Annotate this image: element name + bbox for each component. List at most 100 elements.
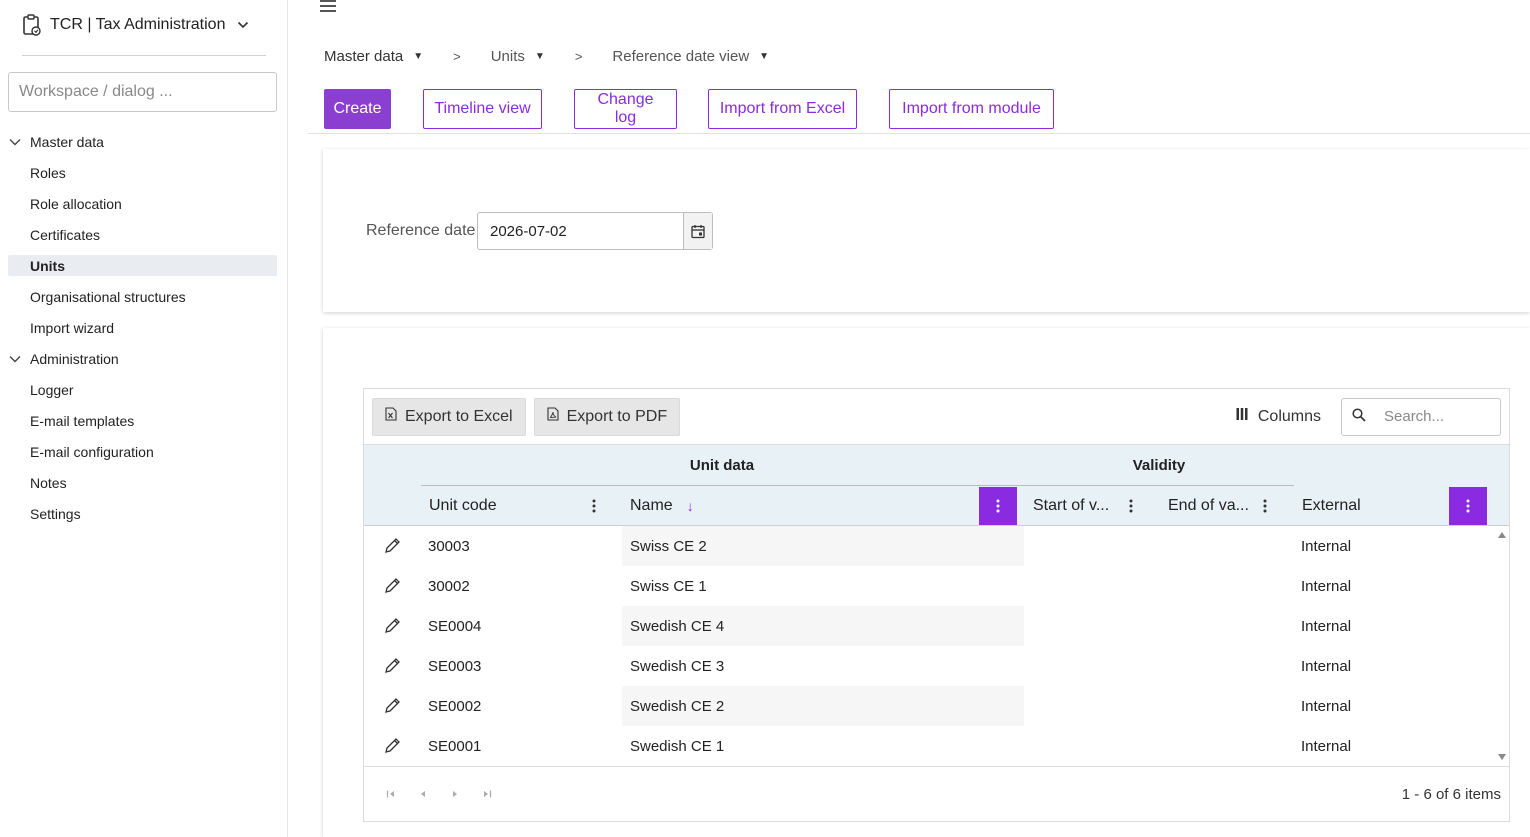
hamburger-menu-icon[interactable]: [320, 0, 336, 12]
cell-external: Internal: [1301, 617, 1352, 635]
export-pdf-label: Export to PDF: [566, 407, 668, 425]
table-row[interactable]: SE0002 Swedish CE 2 Internal: [364, 686, 1496, 726]
pencil-icon[interactable]: [384, 657, 401, 678]
export-to-excel-button[interactable]: Export to Excel: [372, 397, 526, 436]
cell-unit-code: SE0004: [428, 617, 482, 635]
pencil-icon[interactable]: [384, 737, 401, 758]
table-row[interactable]: 30003 Swiss CE 2 Internal: [364, 526, 1496, 566]
change-log-button[interactable]: Change log: [574, 89, 677, 129]
breadcrumb: Master data ▼ > Units ▼ > Reference date…: [324, 48, 769, 65]
import-from-excel-button[interactable]: Import from Excel: [708, 89, 857, 129]
export-to-pdf-button[interactable]: Export to PDF: [533, 397, 681, 436]
excel-file-icon: [385, 407, 397, 426]
columns-button[interactable]: Columns: [1236, 407, 1321, 426]
pencil-icon[interactable]: [384, 577, 401, 598]
timeline-view-button[interactable]: Timeline view: [423, 89, 542, 129]
breadcrumb-label: Reference date view: [612, 48, 750, 65]
sidebar: TCR | Tax Administration Master data Rol…: [0, 0, 288, 837]
last-page-icon[interactable]: [482, 789, 492, 799]
cell-name: Swedish CE 1: [630, 737, 725, 755]
column-label: Start of v...: [1033, 497, 1110, 514]
cell-external: Internal: [1301, 737, 1352, 755]
column-group-validity: Validity: [1132, 456, 1186, 474]
sidebar-item-role-allocation[interactable]: Role allocation: [0, 188, 288, 219]
page-info: 1 - 6 of 6 items: [1401, 785, 1501, 803]
sidebar-item-notes[interactable]: Notes: [0, 467, 288, 498]
table-row[interactable]: SE0004 Swedish CE 4 Internal: [364, 606, 1496, 646]
sidebar-item-email-configuration[interactable]: E-mail configuration: [0, 436, 288, 467]
column-menu-icon[interactable]: [584, 486, 604, 526]
cell-unit-code: SE0003: [428, 657, 482, 675]
sidebar-item-email-templates[interactable]: E-mail templates: [0, 405, 288, 436]
reference-date-input[interactable]: 2026-07-02: [478, 213, 683, 249]
sidebar-item-logger[interactable]: Logger: [0, 374, 288, 405]
sidebar-item-organisational-structures[interactable]: Organisational structures: [0, 281, 288, 312]
breadcrumb-reference-date-view[interactable]: Reference date view ▼: [612, 48, 769, 65]
sidebar-item-import-wizard[interactable]: Import wizard: [0, 312, 288, 343]
cell-external: Internal: [1301, 697, 1352, 715]
workspace-search-input[interactable]: [8, 72, 277, 112]
cell-name: Swedish CE 2: [630, 697, 725, 715]
table-row[interactable]: SE0003 Swedish CE 3 Internal: [364, 646, 1496, 686]
table-row[interactable]: SE0001 Swedish CE 1 Internal: [364, 726, 1496, 766]
cell-unit-code: 30002: [428, 577, 470, 595]
column-header-external[interactable]: External: [1294, 486, 1434, 526]
first-page-icon[interactable]: [386, 789, 396, 799]
breadcrumb-units[interactable]: Units ▼: [491, 48, 545, 65]
breadcrumb-separator: >: [574, 49, 583, 64]
scroll-down-arrow-icon[interactable]: [1498, 754, 1506, 760]
app-title: TCR | Tax Administration: [50, 16, 226, 33]
grid-search-input[interactable]: [1384, 408, 1494, 425]
import-from-module-button[interactable]: Import from module: [889, 89, 1054, 129]
nav-group-label: Administration: [30, 350, 119, 367]
pencil-icon[interactable]: [384, 537, 401, 558]
sidebar-nav: Master data Roles Role allocation Certif…: [0, 126, 288, 529]
app-switcher[interactable]: TCR | Tax Administration: [22, 14, 249, 36]
nav-group-master-data[interactable]: Master data: [0, 126, 288, 157]
column-menu-icon[interactable]: [1255, 486, 1275, 526]
pencil-icon[interactable]: [384, 697, 401, 718]
caret-down-icon: ▼: [534, 51, 545, 62]
action-toolbar: Create Timeline view Change log Import f…: [324, 89, 1054, 129]
column-header-name[interactable]: Name ↓: [622, 486, 972, 526]
toolbar-divider: [308, 133, 1530, 134]
next-page-icon[interactable]: [450, 789, 460, 799]
search-icon: [1352, 408, 1366, 425]
cell-external: Internal: [1301, 577, 1352, 595]
cell-name: Swiss CE 2: [630, 537, 707, 555]
column-menu-icon[interactable]: [1121, 486, 1141, 526]
cell-external: Internal: [1301, 657, 1352, 675]
sidebar-item-certificates[interactable]: Certificates: [0, 219, 288, 250]
breadcrumb-label: Units: [490, 48, 525, 65]
previous-page-icon[interactable]: [418, 789, 428, 799]
grid-card: Export to Excel Export to PDF Columns Un…: [323, 328, 1530, 837]
sidebar-item-settings[interactable]: Settings: [0, 498, 288, 529]
scroll-up-arrow-icon[interactable]: [1498, 532, 1506, 538]
reference-date-picker[interactable]: 2026-07-02: [477, 212, 713, 250]
breadcrumb-master-data[interactable]: Master data ▼: [324, 48, 423, 65]
grid-vertical-scrollbar[interactable]: [1495, 526, 1509, 766]
create-button[interactable]: Create: [324, 89, 391, 129]
column-menu-icon[interactable]: [979, 487, 1017, 525]
cell-unit-code: SE0001: [428, 737, 482, 755]
breadcrumb-separator: >: [453, 49, 461, 64]
pencil-icon[interactable]: [384, 617, 401, 638]
sort-descending-icon: ↓: [686, 498, 694, 514]
calendar-icon[interactable]: [683, 213, 712, 249]
export-excel-label: Export to Excel: [405, 407, 513, 425]
column-label: End of va...: [1168, 497, 1249, 514]
caret-down-icon: ▼: [413, 51, 424, 62]
column-label: External: [1302, 497, 1361, 514]
chevron-down-icon: [8, 352, 22, 366]
sidebar-item-units[interactable]: Units: [8, 255, 277, 276]
pdf-file-icon: [547, 407, 559, 426]
table-row[interactable]: 30002 Swiss CE 1 Internal: [364, 566, 1496, 606]
grid-pager: 1 - 6 of 6 items: [364, 766, 1509, 821]
grid-search[interactable]: [1341, 397, 1501, 436]
breadcrumb-label: Master data: [324, 48, 404, 65]
caret-down-icon: ▼: [759, 51, 770, 62]
cell-unit-code: 30003: [428, 537, 470, 555]
nav-group-administration[interactable]: Administration: [0, 343, 288, 374]
sidebar-item-roles[interactable]: Roles: [0, 157, 288, 188]
column-menu-icon[interactable]: [1449, 487, 1487, 525]
